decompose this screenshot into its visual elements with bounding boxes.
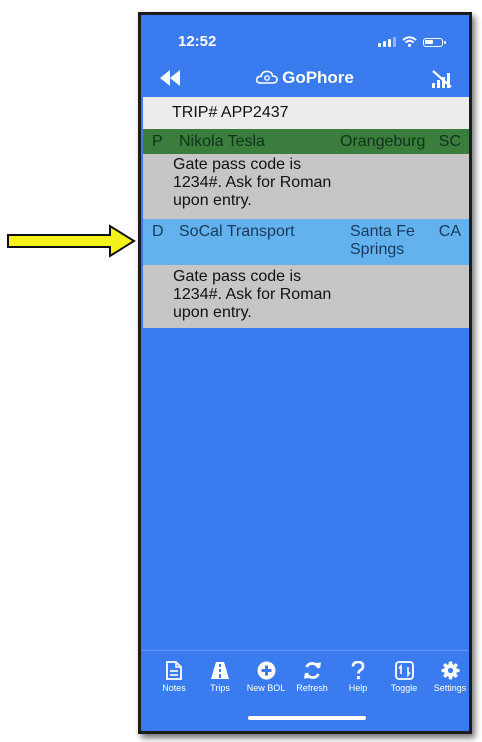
stop-city: Orangeburg [340, 133, 426, 150]
trip-header: TRIP# APP2437 [143, 97, 469, 129]
battery-icon [423, 38, 446, 47]
stop-name: SoCal Transport [179, 223, 295, 240]
notes-icon [166, 661, 182, 680]
no-signal-icon[interactable] [431, 69, 453, 89]
refresh-icon [303, 662, 321, 679]
tab-label: Settings [433, 683, 467, 693]
nav-bar: GoPhore [141, 61, 469, 97]
question-icon [351, 661, 365, 680]
home-indicator[interactable] [248, 716, 366, 720]
status-bar: 12:52 [141, 15, 469, 61]
tab-notes[interactable]: Notes [151, 661, 197, 693]
tab-bar: Notes Trips New BOL Refresh Help Toggle … [141, 650, 469, 731]
plus-circle-icon [257, 661, 275, 680]
stop-name: Nikola Tesla [179, 133, 265, 150]
phone-screen: 12:52 GoPhore TRIP# APP2437 P Nikola Tes… [138, 12, 472, 734]
toggle-icon [394, 661, 414, 680]
tab-trips[interactable]: Trips [197, 661, 243, 693]
pointer-arrow-icon [7, 224, 136, 258]
stop-state: SC [438, 133, 461, 150]
tab-label: Toggle [390, 683, 418, 693]
tab-new-bol[interactable]: New BOL [243, 661, 289, 693]
stop-type: P [152, 133, 163, 150]
road-icon [211, 662, 229, 679]
tab-help[interactable]: Help [335, 661, 381, 693]
tab-refresh[interactable]: Refresh [289, 661, 335, 693]
cloud-logo-icon [256, 70, 278, 84]
trip-number: TRIP# APP2437 [172, 104, 289, 121]
stop-city: Santa Fe Springs [350, 223, 415, 258]
tab-label: Notes [162, 683, 186, 693]
stop-note: Gate pass code is 1234#. Ask for Roman u… [143, 154, 469, 219]
cellular-signal-icon [378, 37, 396, 47]
stop-row-delivery[interactable]: D SoCal Transport Santa Fe Springs CA [143, 219, 469, 265]
wifi-icon [402, 36, 417, 47]
stop-note-text: Gate pass code is 1234#. Ask for Roman u… [173, 156, 332, 209]
tab-settings[interactable]: Settings [427, 661, 469, 693]
stop-type: D [152, 223, 164, 240]
stop-row-pickup[interactable]: P Nikola Tesla Orangeburg SC [143, 129, 469, 154]
tab-label: New BOL [246, 683, 286, 693]
tab-label: Help [348, 683, 368, 693]
tab-toggle[interactable]: Toggle [381, 661, 427, 693]
app-title-text: GoPhore [282, 68, 354, 87]
stop-note-text: Gate pass code is 1234#. Ask for Roman u… [173, 268, 332, 321]
tab-label: Trips [210, 683, 230, 693]
tab-label: Refresh [296, 683, 328, 693]
clock: 12:52 [178, 33, 217, 50]
gear-icon [441, 661, 459, 680]
app-title: GoPhore [141, 68, 469, 88]
stop-note: Gate pass code is 1234#. Ask for Roman u… [143, 265, 469, 328]
stop-state: CA [438, 223, 461, 240]
